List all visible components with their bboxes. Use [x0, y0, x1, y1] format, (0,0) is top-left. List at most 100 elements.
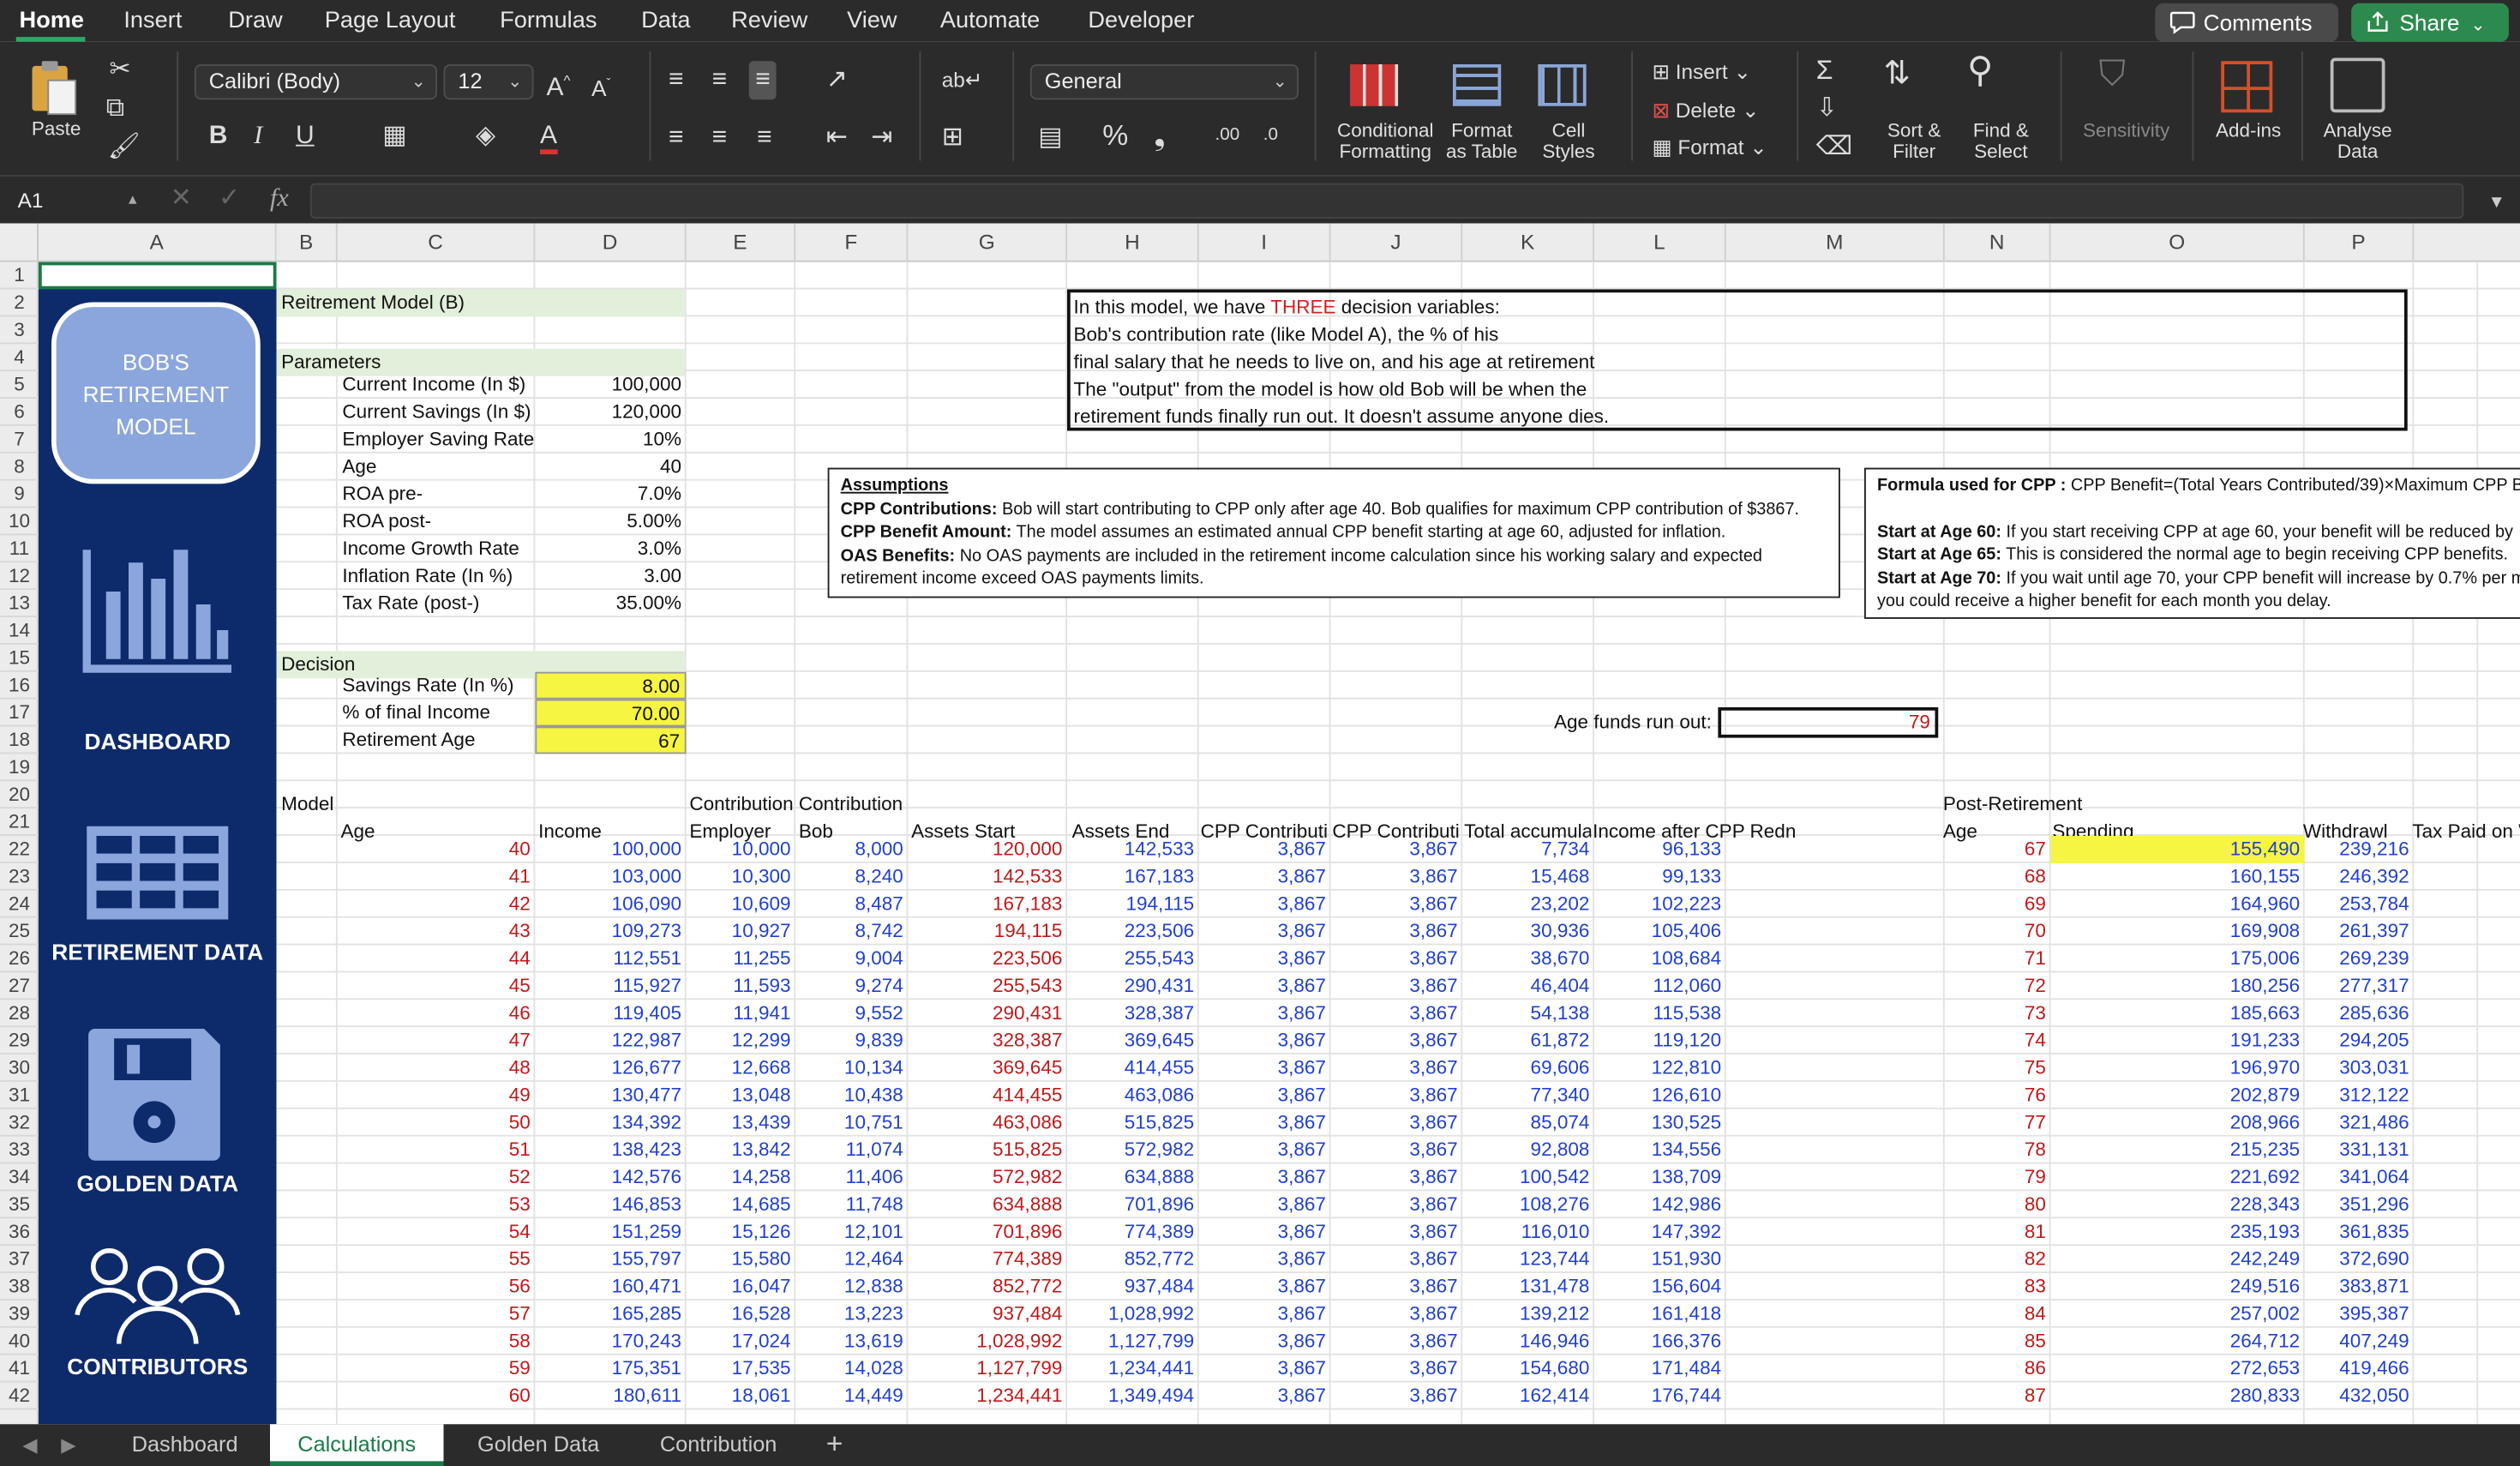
cell-age[interactable]: 41: [338, 863, 536, 891]
parameter-value[interactable]: 120,000: [535, 399, 686, 426]
row-header-14[interactable]: 14: [0, 617, 39, 645]
tab-insert[interactable]: Insert: [123, 7, 182, 36]
italic-icon[interactable]: I: [254, 123, 262, 149]
increase-font-icon[interactable]: A^: [547, 68, 571, 102]
cell-spending[interactable]: 169,908: [2051, 918, 2305, 946]
cell-cpp-contribution-1[interactable]: 3,867: [1199, 946, 1331, 973]
cell-cpp-contribution-1[interactable]: 3,867: [1199, 1109, 1331, 1137]
cell-income-after-cpp[interactable]: 161,418: [1594, 1301, 1726, 1328]
cell-post-age[interactable]: 82: [1945, 1246, 2051, 1273]
cell-post-age[interactable]: 79: [1945, 1164, 2051, 1192]
cell-employer-contribution[interactable]: 10,000: [687, 836, 796, 863]
column-header-n[interactable]: N: [1945, 223, 2051, 262]
cell-employer-contribution[interactable]: 16,047: [687, 1273, 796, 1301]
column-header-m[interactable]: M: [1726, 223, 1945, 262]
row-header-1[interactable]: 1: [0, 262, 39, 290]
cell-spending[interactable]: 257,002: [2051, 1301, 2305, 1328]
cell-income-after-cpp[interactable]: 126,610: [1594, 1082, 1726, 1109]
wrap-text-icon[interactable]: ab↵: [942, 68, 983, 93]
cell-spending[interactable]: 155,490: [2050, 836, 2305, 863]
column-header-a[interactable]: A: [39, 223, 277, 262]
cell-income[interactable]: 112,551: [535, 946, 686, 973]
column-header-b[interactable]: B: [277, 223, 338, 262]
conditional-formatting-icon[interactable]: [1350, 64, 1399, 106]
accounting-format-icon[interactable]: ▤: [1038, 124, 1062, 151]
select-all-corner[interactable]: [0, 223, 39, 262]
cell-income-after-cpp[interactable]: 134,556: [1594, 1137, 1726, 1164]
cell-bob-contribution[interactable]: 10,751: [795, 1109, 908, 1137]
cell-withdrawl[interactable]: 331,131: [2305, 1137, 2415, 1164]
cell-cpp-contribution-2[interactable]: 3,867: [1331, 836, 1463, 863]
tab-review[interactable]: Review: [731, 7, 807, 36]
cell-withdrawl[interactable]: 321,486: [2305, 1109, 2415, 1137]
cell-assets-end[interactable]: 1,127,799: [1067, 1328, 1199, 1355]
sort-filter-icon[interactable]: ⇅: [1884, 58, 1911, 91]
row-header-22[interactable]: 22: [0, 836, 39, 863]
cell-assets-start[interactable]: 1,127,799: [908, 1355, 1067, 1383]
cell-bob-contribution[interactable]: 14,028: [795, 1355, 908, 1383]
cell-spending[interactable]: 264,712: [2051, 1328, 2305, 1355]
cell-cpp-contribution-1[interactable]: 3,867: [1199, 1054, 1331, 1082]
cell-total-accumulated[interactable]: 7,734: [1462, 836, 1594, 863]
cell-spending[interactable]: 221,692: [2051, 1164, 2305, 1192]
cell-income[interactable]: 103,000: [535, 863, 686, 891]
cut-icon[interactable]: ✂: [110, 57, 131, 84]
model-header[interactable]: Model: [277, 791, 374, 819]
cell-cpp-contribution-1[interactable]: 3,867: [1199, 1273, 1331, 1301]
parameter-label[interactable]: Income Growth Rate: [338, 535, 536, 562]
cell-income[interactable]: 126,677: [535, 1054, 686, 1082]
cell-employer-contribution[interactable]: 13,439: [687, 1109, 796, 1137]
cell-total-accumulated[interactable]: 54,138: [1462, 1000, 1594, 1027]
cancel-formula-icon[interactable]: ✕: [171, 186, 192, 213]
parameter-label[interactable]: Age: [338, 454, 536, 481]
cell-income[interactable]: 175,351: [535, 1355, 686, 1383]
column-header-f[interactable]: F: [795, 223, 909, 262]
cell-spending[interactable]: 185,663: [2051, 1000, 2305, 1027]
row-header-29[interactable]: 29: [0, 1027, 39, 1054]
cell-assets-end[interactable]: 515,825: [1067, 1109, 1199, 1137]
tab-data[interactable]: Data: [641, 7, 690, 36]
autosum-icon[interactable]: Σ: [1816, 57, 1833, 84]
cell-withdrawl[interactable]: 372,690: [2305, 1246, 2415, 1273]
cell-cpp-contribution-1[interactable]: 3,867: [1199, 1027, 1331, 1054]
cell-withdrawl[interactable]: 432,050: [2305, 1383, 2415, 1410]
cell-withdrawl[interactable]: 269,239: [2305, 946, 2415, 973]
row-header-12[interactable]: 12: [0, 562, 39, 591]
cell-age[interactable]: 43: [338, 918, 536, 946]
parameter-label[interactable]: Current Savings (In $): [338, 399, 536, 426]
cell-cpp-contribution-1[interactable]: 3,867: [1199, 1355, 1331, 1383]
cell-post-age[interactable]: 78: [1945, 1137, 2051, 1164]
cell-bob-contribution[interactable]: 8,000: [795, 836, 908, 863]
paste-icon[interactable]: [27, 58, 79, 119]
cell-income-after-cpp[interactable]: 142,986: [1594, 1191, 1726, 1218]
cell-total-accumulated[interactable]: 123,744: [1462, 1246, 1594, 1273]
cell-assets-end[interactable]: 328,387: [1067, 1000, 1199, 1027]
cell-assets-end[interactable]: 142,533: [1067, 836, 1199, 863]
active-cell-a1[interactable]: [39, 261, 277, 290]
cell-employer-contribution[interactable]: 12,299: [687, 1027, 796, 1054]
cell-total-accumulated[interactable]: 108,276: [1462, 1191, 1594, 1218]
cell-age[interactable]: 57: [338, 1301, 536, 1328]
cell-post-age[interactable]: 71: [1945, 946, 2051, 973]
cell-spending[interactable]: 249,516: [2051, 1273, 2305, 1301]
row-header-35[interactable]: 35: [0, 1191, 39, 1219]
column-header-j[interactable]: J: [1331, 223, 1463, 262]
format-cells-button[interactable]: ▦ Format ⌄: [1653, 135, 1767, 161]
parameter-label[interactable]: ROA post-: [338, 508, 536, 536]
increase-indent-icon[interactable]: ⇥: [871, 124, 892, 151]
align-bottom-icon[interactable]: ≡: [748, 61, 777, 100]
cell-bob-contribution[interactable]: 9,839: [795, 1027, 908, 1054]
cell-total-accumulated[interactable]: 61,872: [1462, 1027, 1594, 1054]
cell-total-accumulated[interactable]: 23,202: [1462, 891, 1594, 918]
tab-home[interactable]: Home: [20, 7, 85, 36]
cell-cpp-contribution-1[interactable]: 3,867: [1199, 918, 1331, 946]
bold-icon[interactable]: B: [209, 123, 228, 149]
tab-page-layout[interactable]: Page Layout: [325, 7, 456, 36]
sheet-tab-dashboard[interactable]: Dashboard: [103, 1424, 267, 1466]
fill-color-icon[interactable]: ◈: [476, 123, 495, 149]
align-center-icon[interactable]: ≡: [712, 124, 728, 151]
tab-view[interactable]: View: [847, 7, 897, 36]
cell-spending[interactable]: 235,193: [2051, 1218, 2305, 1246]
cell-income[interactable]: 160,471: [535, 1273, 686, 1301]
add-ins-icon[interactable]: [2221, 61, 2273, 113]
